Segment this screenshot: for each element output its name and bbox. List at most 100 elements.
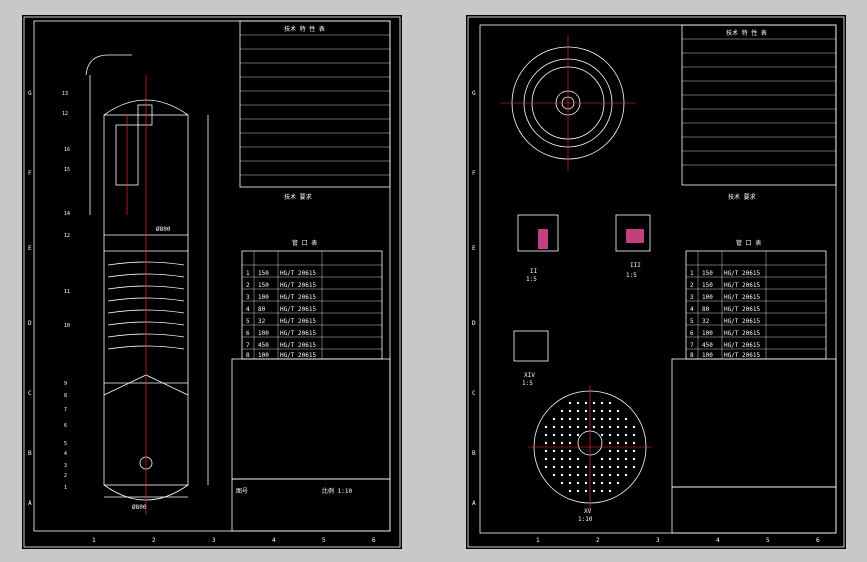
- plate-hole: [616, 417, 620, 421]
- nozzle-std: HG/T 20615: [724, 282, 761, 289]
- plate-hole: [568, 433, 572, 437]
- plate-hole: [616, 457, 620, 461]
- border-letter-a: A: [472, 500, 476, 507]
- plate-hole: [600, 433, 604, 437]
- sheet-right-svg: 技术 特 性 表 技术 要求 管 口 表 1 150 HG/T 20615 2 …: [467, 16, 845, 548]
- plate-hole: [552, 457, 556, 461]
- view-label: XIV: [524, 372, 535, 379]
- plate-hole: [608, 409, 612, 413]
- plate-hole: [576, 433, 580, 437]
- plate-hole: [592, 473, 596, 477]
- border-number-4: 4: [272, 537, 276, 544]
- plate-hole: [552, 425, 556, 429]
- plate-hole: [560, 449, 564, 453]
- plate-hole: [576, 481, 580, 485]
- nozzle-no: 5: [690, 318, 694, 325]
- external-pipe: [85, 54, 132, 76]
- cad-drawing-viewport[interactable]: G F E D C B A 1 2 3 4 5 6 技术 特 性 表 技术 要求…: [0, 0, 867, 562]
- border-number-6: 6: [372, 537, 376, 544]
- nozzle-no: 2: [690, 282, 694, 289]
- plate-hole: [576, 401, 580, 405]
- plate-hole: [568, 409, 572, 413]
- nozzle-std: HG/T 20615: [280, 318, 317, 325]
- nozzle-std: HG/T 20615: [280, 342, 317, 349]
- centerlines: [126, 75, 147, 515]
- plate-hole: [568, 401, 572, 405]
- plate-hole: [552, 441, 556, 445]
- view-caption: 1:5: [526, 276, 537, 283]
- plate-hole: [592, 489, 596, 493]
- plate-hole: [584, 473, 588, 477]
- detail-XIV: [513, 330, 549, 362]
- plate-hole: [560, 473, 564, 477]
- plate-hole: [608, 481, 612, 485]
- callout: 6: [64, 423, 67, 429]
- callout: 11: [64, 289, 70, 295]
- plate-hole: [576, 425, 580, 429]
- plate-hole: [608, 489, 612, 493]
- plate-hole: [576, 417, 580, 421]
- plate-hole: [584, 481, 588, 485]
- plate-hole: [624, 417, 628, 421]
- plate-hole: [616, 409, 620, 413]
- nozzle-dn: 100: [702, 330, 713, 337]
- nozzle-std: HG/T 20615: [724, 318, 761, 325]
- nozzle-std: HG/T 20615: [724, 342, 761, 349]
- border-number-6: 6: [816, 537, 820, 544]
- callout: 14: [64, 211, 70, 217]
- nozzle-dn: 450: [258, 342, 269, 349]
- plate-hole: [544, 465, 548, 469]
- border-number-4: 4: [716, 537, 720, 544]
- plate-hole: [632, 465, 636, 469]
- nozzle-no: 6: [246, 330, 250, 337]
- border-letter-f: F: [28, 170, 32, 177]
- plate-hole: [576, 465, 580, 469]
- plate-hole: [600, 457, 604, 461]
- nozzle-dn: 100: [702, 294, 713, 301]
- plate-hole: [608, 425, 612, 429]
- plate-hole: [568, 449, 572, 453]
- plate-hole: [592, 465, 596, 469]
- plate-hole: [600, 417, 604, 421]
- sheet-left-svg: G F E D C B A 1 2 3 4 5 6 技术 特 性 表 技术 要求…: [23, 16, 401, 548]
- plate-hole: [608, 465, 612, 469]
- nozzle-std: HG/T 20615: [724, 330, 761, 337]
- plate-hole: [608, 457, 612, 461]
- plate-hole: [592, 425, 596, 429]
- border-letter-e: E: [28, 245, 32, 252]
- view-caption: 1:5: [626, 272, 637, 279]
- nozzle-std: HG/T 20615: [280, 330, 317, 337]
- nozzle-dn: 80: [702, 306, 710, 313]
- callout: 15: [64, 167, 70, 173]
- tech-table-title: 技术 特 性 表: [726, 29, 767, 37]
- nozzle-dn: 80: [258, 306, 266, 313]
- plate-hole: [544, 457, 548, 461]
- plate-hole: [624, 465, 628, 469]
- border-number-5: 5: [766, 537, 770, 544]
- drawing-sheet-left: G F E D C B A 1 2 3 4 5 6 技术 特 性 表 技术 要求…: [22, 15, 402, 549]
- nozzle-no: 7: [246, 342, 250, 349]
- section-hatch: [538, 229, 644, 249]
- dim-bottom: Ø800: [132, 504, 147, 511]
- dim-shell: Ø800: [156, 226, 171, 233]
- plate-hole: [552, 449, 556, 453]
- callout: 1: [64, 485, 67, 491]
- plate-hole: [576, 409, 580, 413]
- plate-hole: [568, 473, 572, 477]
- plate-hole: [632, 433, 636, 437]
- nozzle-no: 4: [246, 306, 250, 313]
- plate-hole: [584, 417, 588, 421]
- plate-hole: [568, 489, 572, 493]
- plate-hole: [560, 441, 564, 445]
- plate-hole: [576, 489, 580, 493]
- plate-hole: [544, 441, 548, 445]
- plate-hole: [624, 473, 628, 477]
- plate-hole: [616, 425, 620, 429]
- nozzle-std: HG/T 20615: [724, 294, 761, 301]
- border-letter-c: C: [472, 390, 476, 397]
- tech-table: [681, 24, 837, 186]
- callout: 5: [64, 441, 67, 447]
- plate-hole: [632, 441, 636, 445]
- plate-hole: [616, 481, 620, 485]
- nozzle-dn: 100: [258, 352, 269, 359]
